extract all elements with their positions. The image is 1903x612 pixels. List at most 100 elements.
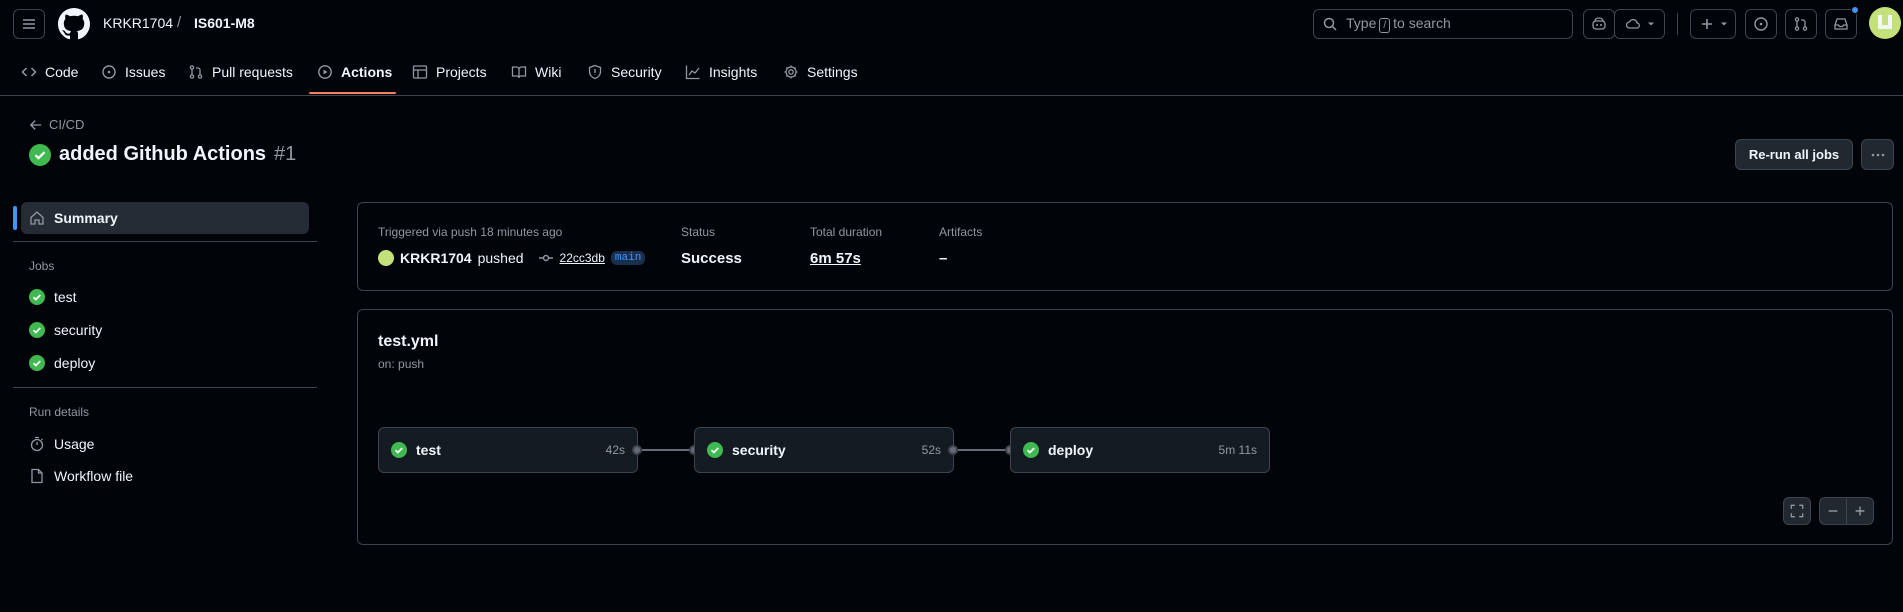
back-to-workflow-link[interactable]: CI/CD: [29, 117, 84, 132]
artifacts-value: –: [939, 250, 948, 267]
sidebar-item-summary[interactable]: Summary: [29, 210, 118, 226]
pull-request-icon: [188, 64, 204, 80]
minus-icon: [1826, 504, 1840, 518]
sidebar-item-usage[interactable]: Usage: [29, 436, 94, 452]
chevron-down-icon: [1647, 20, 1655, 28]
graph-connector-dot: [632, 445, 642, 455]
tab-projects[interactable]: Projects: [412, 60, 487, 84]
page-title: added Github Actions #1: [29, 143, 296, 166]
success-check-icon: [707, 442, 723, 458]
sidebar-workflow-file-label: Workflow file: [54, 468, 134, 484]
fullscreen-icon: [1790, 504, 1804, 518]
kebab-horizontal-icon: [1870, 147, 1886, 163]
gear-icon: [783, 64, 799, 80]
create-new-button[interactable]: [1690, 9, 1736, 39]
success-check-icon: [29, 322, 45, 338]
job-duration: 5m 11s: [1218, 443, 1257, 457]
arrow-left-icon: [29, 118, 43, 132]
app-header: KRKR1704 / IS601-M8 Type / to search Code: [0, 0, 1903, 96]
graph-edge: [642, 449, 690, 451]
status-label: Status: [681, 225, 716, 239]
zoom-in-button[interactable]: [1846, 497, 1874, 525]
success-check-icon: [29, 355, 45, 371]
sidebar-summary-label: Summary: [54, 210, 118, 226]
file-icon: [29, 468, 45, 484]
book-icon: [511, 64, 527, 80]
tab-settings-label: Settings: [807, 64, 858, 80]
sidebar-divider: [13, 387, 317, 388]
menu-icon[interactable]: [13, 9, 45, 39]
total-duration-label: Total duration: [810, 225, 883, 239]
active-tab-indicator: [309, 92, 396, 94]
tab-actions-label: Actions: [341, 64, 393, 80]
repo-separator: /: [177, 14, 182, 31]
repo-owner-link[interactable]: KRKR1704: [103, 15, 173, 31]
tab-security[interactable]: Security: [587, 60, 662, 84]
pull-request-icon[interactable]: [1785, 9, 1817, 39]
success-check-icon: [29, 289, 45, 305]
branch-badge[interactable]: main: [610, 251, 646, 265]
job-name: test: [416, 442, 441, 458]
avatar[interactable]: [1869, 7, 1901, 39]
tab-actions[interactable]: Actions: [317, 60, 392, 84]
rerun-all-jobs-button[interactable]: Re-run all jobs: [1735, 139, 1853, 170]
total-duration-link[interactable]: 6m 57s: [810, 250, 861, 267]
run-number: #1: [274, 143, 297, 165]
tab-settings[interactable]: Settings: [783, 60, 858, 84]
search-icon: [1322, 16, 1338, 32]
chevron-down-icon: [1720, 20, 1728, 28]
notification-dot: [1851, 6, 1859, 14]
tab-wiki[interactable]: Wiki: [511, 60, 561, 84]
more-options-button[interactable]: [1861, 139, 1894, 170]
tab-insights-label: Insights: [709, 64, 758, 80]
job-name: security: [732, 442, 786, 458]
sidebar-item-job-test[interactable]: test: [29, 289, 77, 305]
workflow-trigger: on: push: [378, 357, 425, 371]
artifacts-label: Artifacts: [939, 225, 983, 239]
tab-issues[interactable]: Issues: [101, 60, 165, 84]
actor-name-link[interactable]: KRKR1704: [400, 250, 472, 266]
commit-sha-link[interactable]: 22cc3db: [560, 251, 605, 265]
copilot-icon[interactable]: [1583, 9, 1615, 39]
search-input[interactable]: Type / to search: [1313, 9, 1573, 39]
workflow-file-name: test.yml: [378, 333, 439, 350]
job-duration: 42s: [605, 443, 625, 457]
job-node-security[interactable]: security 52s: [694, 427, 954, 473]
plus-icon: [1699, 16, 1715, 32]
tab-projects-label: Projects: [436, 64, 487, 80]
tab-insights[interactable]: Insights: [685, 60, 757, 84]
play-icon: [317, 64, 333, 80]
actor-avatar[interactable]: [378, 250, 394, 266]
tab-code[interactable]: Code: [21, 60, 78, 84]
status-value: Success: [681, 250, 742, 267]
run-summary-panel: Triggered via push 18 minutes ago KRKR17…: [357, 202, 1893, 291]
graph-icon: [685, 64, 701, 80]
sidebar-item-job-security[interactable]: security: [29, 322, 102, 338]
success-check-icon: [29, 143, 51, 166]
search-prefix: Type: [1346, 15, 1377, 31]
issues-icon[interactable]: [1745, 9, 1777, 39]
home-icon: [29, 210, 45, 226]
sidebar-item-job-deploy[interactable]: deploy: [29, 355, 95, 371]
sidebar-jobs-heading: Jobs: [29, 259, 55, 273]
sidebar-job-label: deploy: [54, 355, 96, 371]
job-node-deploy[interactable]: deploy 5m 11s: [1010, 427, 1270, 473]
zoom-out-button[interactable]: [1819, 497, 1847, 525]
graph-connector-dot: [948, 445, 958, 455]
sidebar-job-label: security: [54, 322, 103, 338]
tab-wiki-label: Wiki: [535, 64, 562, 80]
job-node-test[interactable]: test 42s: [378, 427, 638, 473]
sidebar-item-workflow-file[interactable]: Workflow file: [29, 468, 133, 484]
repo-name-link[interactable]: IS601-M8: [194, 15, 255, 31]
sidebar-run-details-heading: Run details: [29, 405, 90, 419]
fullscreen-button[interactable]: [1783, 497, 1811, 525]
job-duration: 52s: [921, 443, 941, 457]
sidebar-active-indicator: [13, 206, 17, 230]
tab-pull-requests[interactable]: Pull requests: [188, 60, 293, 84]
cloud-dropdown-button[interactable]: [1614, 9, 1665, 39]
push-action-text: pushed: [477, 250, 524, 266]
github-logo-icon[interactable]: [58, 8, 90, 40]
table-icon: [412, 64, 428, 80]
tab-code-label: Code: [45, 64, 79, 80]
header-divider: [1677, 13, 1678, 35]
